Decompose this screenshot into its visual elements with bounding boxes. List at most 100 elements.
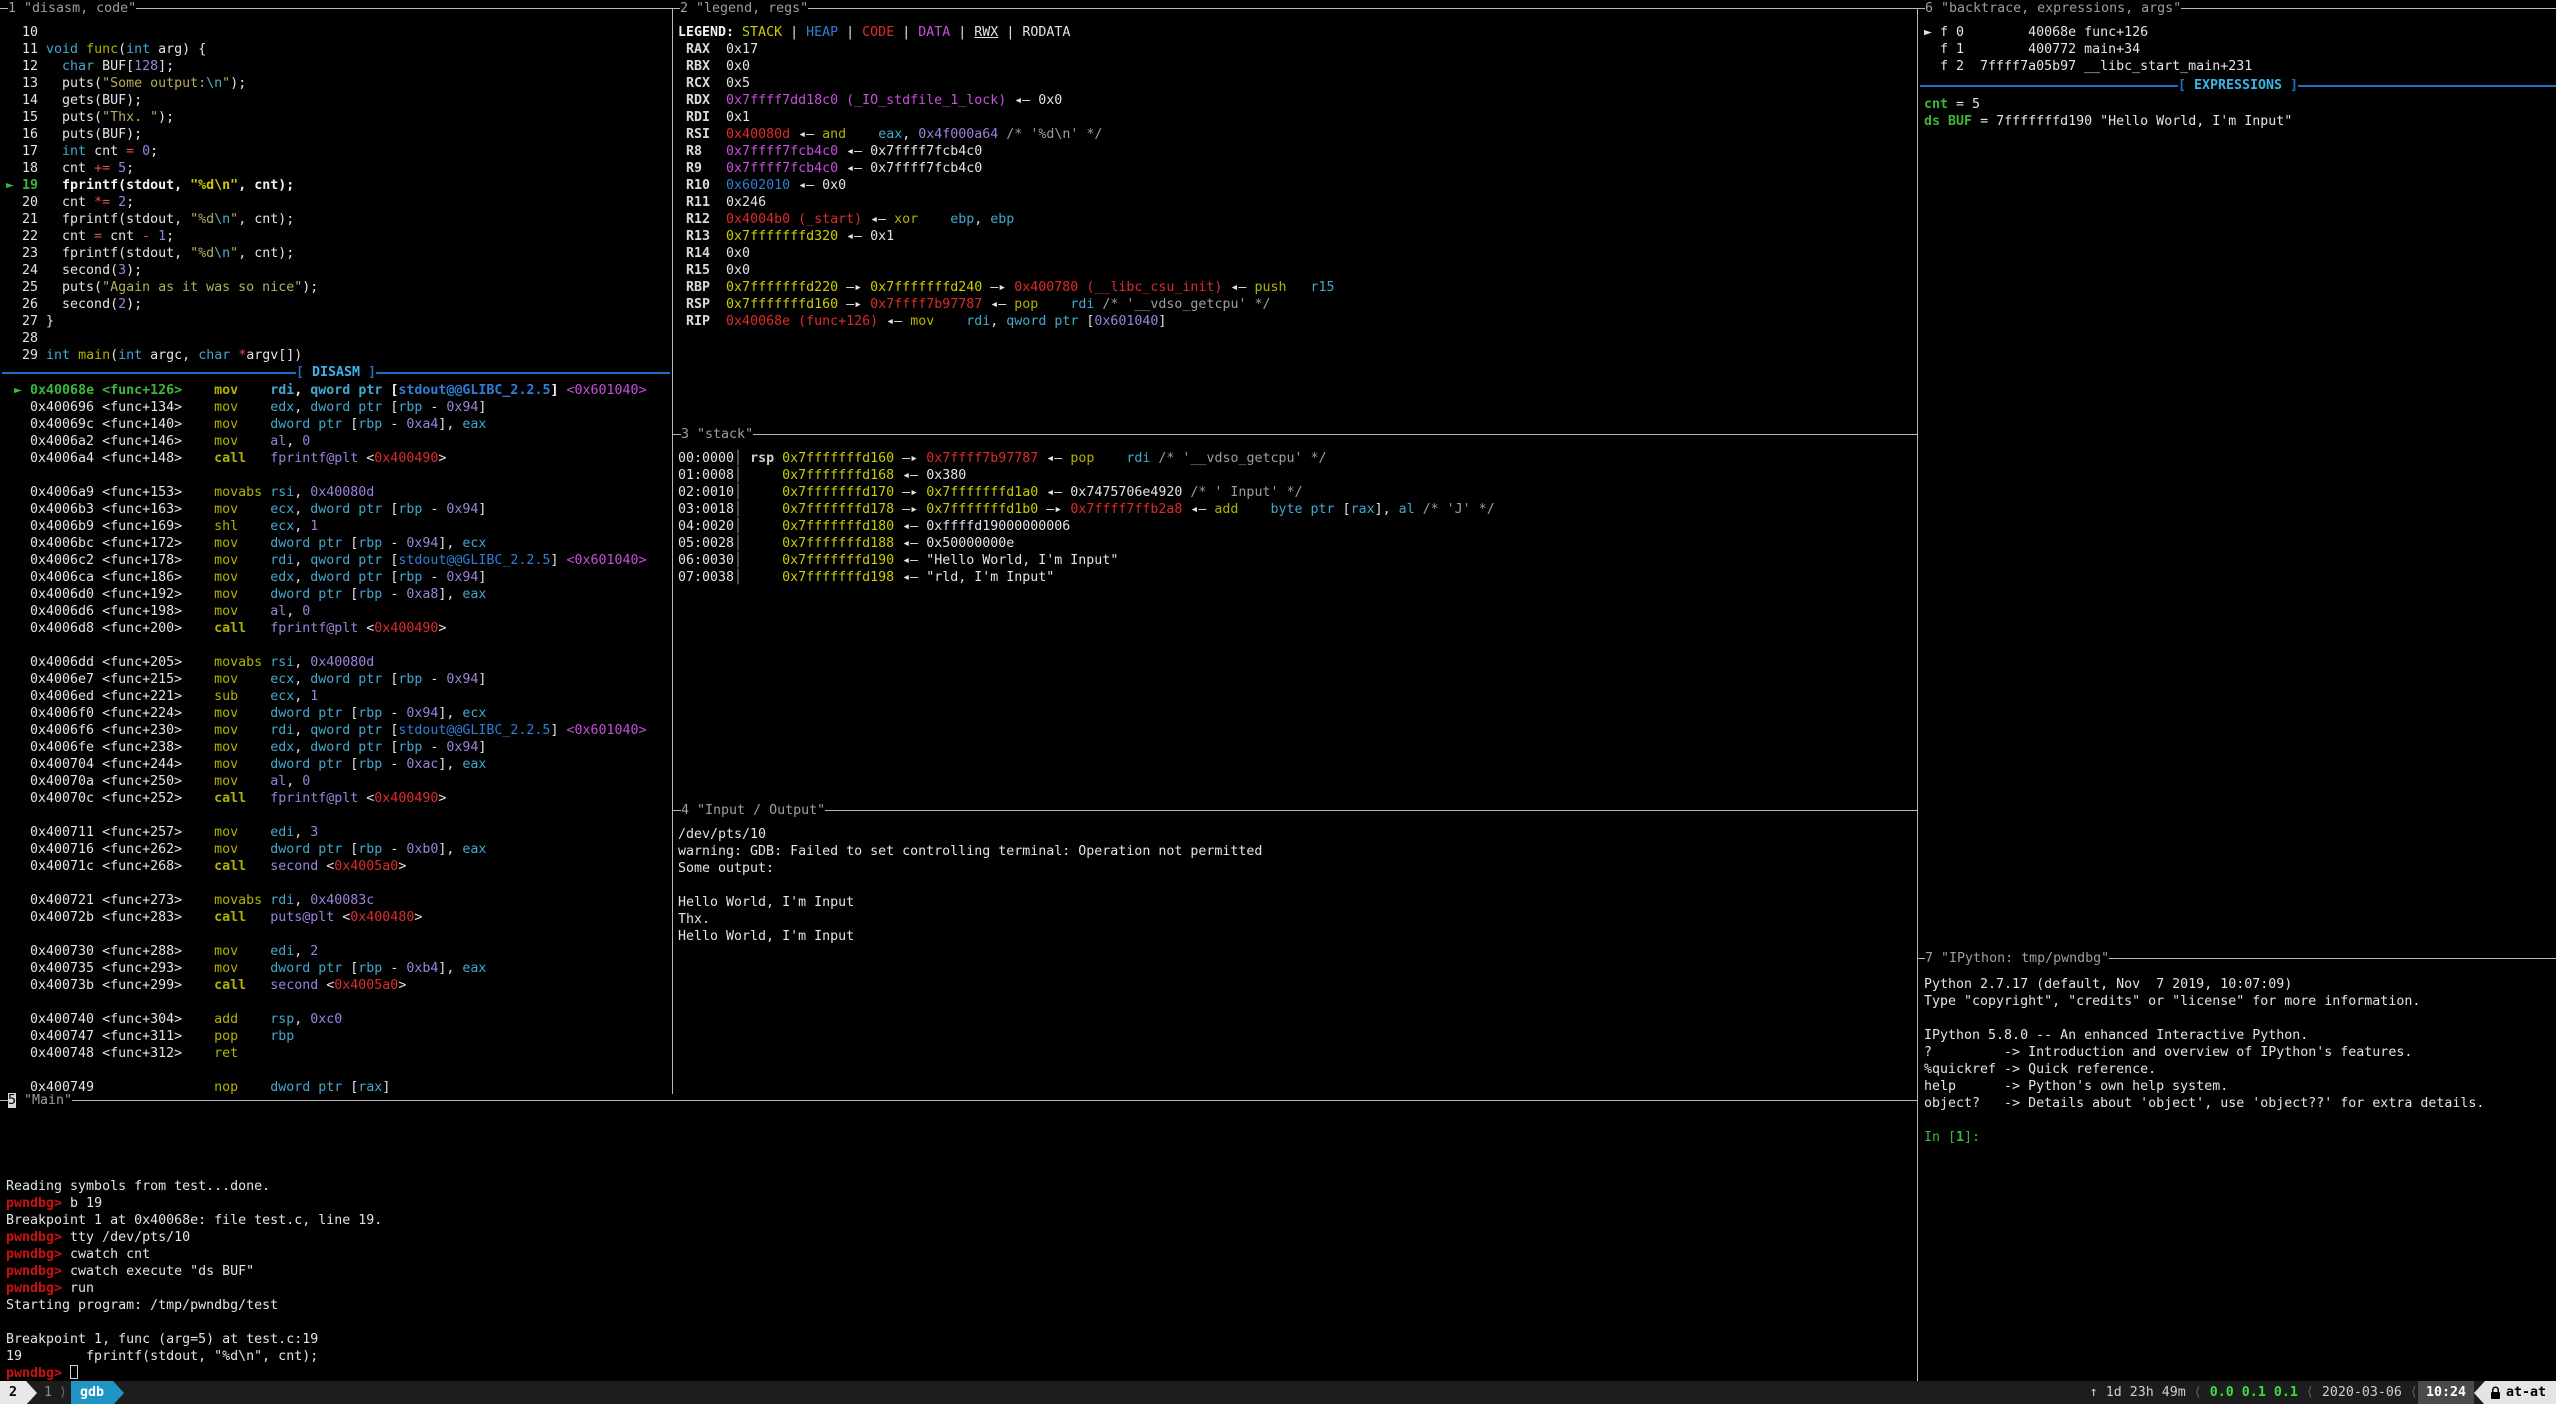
- term-line: RBX 0x0: [678, 58, 1913, 75]
- term-line: pwndbg> b 19: [6, 1195, 1911, 1212]
- term-line: 0x4006fe <func+238> mov edx, dword ptr […: [6, 739, 666, 756]
- term-line: 0x40071c <func+268> call second <0x4005a…: [6, 858, 666, 875]
- pane-name: "Input / Output": [697, 803, 825, 818]
- pane-expressions[interactable]: cnt = 5ds BUF = 7fffffffd190 "Hello Worl…: [1924, 96, 2552, 130]
- pane-backtrace[interactable]: ► f 0 40068e func+126 f 1 400772 main+34…: [1924, 24, 2552, 75]
- disasm-divider-label: DISASM: [312, 365, 360, 380]
- term-line: 00:0000│ rsp 0x7fffffffd160 —▸ 0x7ffff7b…: [678, 450, 1913, 467]
- terminal-cursor[interactable]: [70, 1365, 78, 1379]
- session-tab[interactable]: 2: [0, 1381, 26, 1404]
- term-line: object? -> Details about 'object', use '…: [1924, 1095, 2552, 1112]
- term-line: 0x400749 nop dword ptr [rax]: [6, 1079, 666, 1096]
- term-line: R14 0x0: [678, 245, 1913, 262]
- term-line: Hello World, I'm Input: [678, 928, 1913, 945]
- term-line: pwndbg> run: [6, 1280, 1911, 1297]
- pane-name: "IPython: tmp/pwndbg": [1941, 951, 2109, 966]
- term-line: [6, 637, 666, 654]
- term-line: 0x4006ed <func+221> sub ecx, 1: [6, 688, 666, 705]
- term-line: R13 0x7fffffffd320 ◂— 0x1: [678, 228, 1913, 245]
- term-line: 0x4006bc <func+172> mov dword ptr [rbp -…: [6, 535, 666, 552]
- term-line: 0x4006a2 <func+146> mov al, 0: [6, 433, 666, 450]
- term-line: 15 puts("Thx. ");: [6, 109, 666, 126]
- pane-title-stack: 3 "stack": [673, 426, 1917, 443]
- term-line: 06:0030│ 0x7fffffffd190 ◂— "Hello World,…: [678, 552, 1913, 569]
- pane-gdb-main[interactable]: Reading symbols from test...done.pwndbg>…: [6, 1178, 1911, 1382]
- load-average: 0.0 0.1 0.1: [2202, 1381, 2306, 1404]
- term-line: f 2 7ffff7a05b97 __libc_start_main+231: [1924, 58, 2552, 75]
- term-line: IPython 5.8.0 -- An enhanced Interactive…: [1924, 1027, 2552, 1044]
- term-line: Starting program: /tmp/pwndbg/test: [6, 1297, 1911, 1314]
- pane-ipython[interactable]: Python 2.7.17 (default, Nov 7 2019, 10:0…: [1924, 976, 2552, 1146]
- term-line: R12 0x4004b0 (_start) ◂— xor ebp, ebp: [678, 211, 1913, 228]
- pane-stack[interactable]: 00:0000│ rsp 0x7fffffffd160 —▸ 0x7ffff7b…: [678, 450, 1913, 586]
- term-line: 0x4006d8 <func+200> call fprintf@plt <0x…: [6, 620, 666, 637]
- term-line: 0x400721 <func+273> movabs rdi, 0x40083c: [6, 892, 666, 909]
- term-line: 0x400711 <func+257> mov edi, 3: [6, 824, 666, 841]
- term-line: Reading symbols from test...done.: [6, 1178, 1911, 1195]
- pane-source-code[interactable]: 10 11 void func(int arg) { 12 char BUF[1…: [6, 24, 666, 364]
- pane-program-io[interactable]: /dev/pts/10warning: GDB: Failed to set c…: [678, 826, 1913, 945]
- term-line: 0x40070c <func+252> call fprintf@plt <0x…: [6, 790, 666, 807]
- uptime-label: 1d 23h 49m: [2106, 1385, 2186, 1400]
- term-line: R10 0x602010 ◂— 0x0: [678, 177, 1913, 194]
- pane-number: 2: [680, 1, 688, 16]
- term-line: Python 2.7.17 (default, Nov 7 2019, 10:0…: [1924, 976, 2552, 993]
- term-line: 0x4006e7 <func+215> mov ecx, dword ptr […: [6, 671, 666, 688]
- term-line: ? -> Introduction and overview of IPytho…: [1924, 1044, 2552, 1061]
- window-index[interactable]: 1: [37, 1381, 59, 1404]
- pane-number: 4: [681, 803, 689, 818]
- term-line: ► 0x40068e <func+126> mov rdi, qword ptr…: [6, 382, 666, 399]
- term-line: pwndbg>: [6, 1365, 1911, 1382]
- pane-title-ipython: 7 "IPython: tmp/pwndbg": [1917, 950, 2556, 967]
- term-line: 0x400740 <func+304> add rsp, 0xc0: [6, 1011, 666, 1028]
- term-line: 04:0020│ 0x7fffffffd180 ◂— 0xffffd190000…: [678, 518, 1913, 535]
- term-line: 02:0010│ 0x7fffffffd170 —▸ 0x7fffffffd1a…: [678, 484, 1913, 501]
- term-line: RBP 0x7fffffffd220 —▸ 0x7fffffffd240 —▸ …: [678, 279, 1913, 296]
- term-line: pwndbg> tty /dev/pts/10: [6, 1229, 1911, 1246]
- term-line: 0x4006a4 <func+148> call fprintf@plt <0x…: [6, 450, 666, 467]
- term-line: RDX 0x7ffff7dd18c0 (_IO_stdfile_1_lock) …: [678, 92, 1913, 109]
- term-line: 13 puts("Some output:\n");: [6, 75, 666, 92]
- pane-border-vertical[interactable]: [1917, 8, 1918, 1381]
- term-line: 25 puts("Again as it was so nice");: [6, 279, 666, 296]
- term-line: ► 19 fprintf(stdout, "%d\n", cnt);: [6, 177, 666, 194]
- term-line: Breakpoint 1 at 0x40068e: file test.c, l…: [6, 1212, 1911, 1229]
- term-line: RDI 0x1: [678, 109, 1913, 126]
- term-line: 18 cnt += 5;: [6, 160, 666, 177]
- term-line: 0x400716 <func+262> mov dword ptr [rbp -…: [6, 841, 666, 858]
- window-tab-gdb[interactable]: gdb: [71, 1381, 113, 1404]
- date-label: 2020-03-06: [2314, 1381, 2410, 1404]
- term-line: RCX 0x5: [678, 75, 1913, 92]
- pane-title-disasm-code: 1 "disasm, code": [0, 0, 672, 17]
- term-line: [6, 875, 666, 892]
- pane-title-backtrace: 6 "backtrace, expressions, args": [1917, 0, 2556, 17]
- window-separator-icon: ⟩: [59, 1381, 71, 1404]
- term-line: [6, 807, 666, 824]
- term-line: In [1]:: [1924, 1129, 2552, 1146]
- term-line: 20 cnt *= 2;: [6, 194, 666, 211]
- pane-disassembly[interactable]: ► 0x40068e <func+126> mov rdi, qword ptr…: [6, 382, 666, 1096]
- term-line: RSP 0x7fffffffd160 —▸ 0x7ffff7b97787 ◂— …: [678, 296, 1913, 313]
- pane-border-vertical[interactable]: [672, 8, 673, 1094]
- powerline-arrow-icon: [26, 1381, 37, 1404]
- pane-name: "disasm, code": [24, 1, 136, 16]
- term-line: 0x4006d0 <func+192> mov dword ptr [rbp -…: [6, 586, 666, 603]
- term-line: 0x400747 <func+311> pop rbp: [6, 1028, 666, 1045]
- term-line: cnt = 5: [1924, 96, 2552, 113]
- term-line: R8 0x7ffff7fcb4c0 ◂— 0x7ffff7fcb4c0: [678, 143, 1913, 160]
- pane-registers[interactable]: LEGEND: STACK | HEAP | CODE | DATA | RWX…: [678, 24, 1913, 330]
- term-line: 0x40073b <func+299> call second <0x4005a…: [6, 977, 666, 994]
- term-line: 03:0018│ 0x7fffffffd178 —▸ 0x7fffffffd1b…: [678, 501, 1913, 518]
- term-line: 11 void func(int arg) {: [6, 41, 666, 58]
- term-line: R11 0x246: [678, 194, 1913, 211]
- term-line: 0x4006f0 <func+224> mov dword ptr [rbp -…: [6, 705, 666, 722]
- term-line: 29 int main(int argc, char *argv[]): [6, 347, 666, 364]
- term-line: 07:0038│ 0x7fffffffd198 ◂— "rld, I'm Inp…: [678, 569, 1913, 586]
- term-line: 0x4006f6 <func+230> mov rdi, qword ptr […: [6, 722, 666, 739]
- term-line: 0x4006a9 <func+153> movabs rsi, 0x40080d: [6, 484, 666, 501]
- hostname-segment: at-at: [2485, 1381, 2556, 1404]
- term-line: 16 puts(BUF);: [6, 126, 666, 143]
- pane-number: 1: [8, 1, 16, 16]
- pane-title-io: 4 "Input / Output": [673, 802, 1917, 819]
- term-line: 0x400730 <func+288> mov edi, 2: [6, 943, 666, 960]
